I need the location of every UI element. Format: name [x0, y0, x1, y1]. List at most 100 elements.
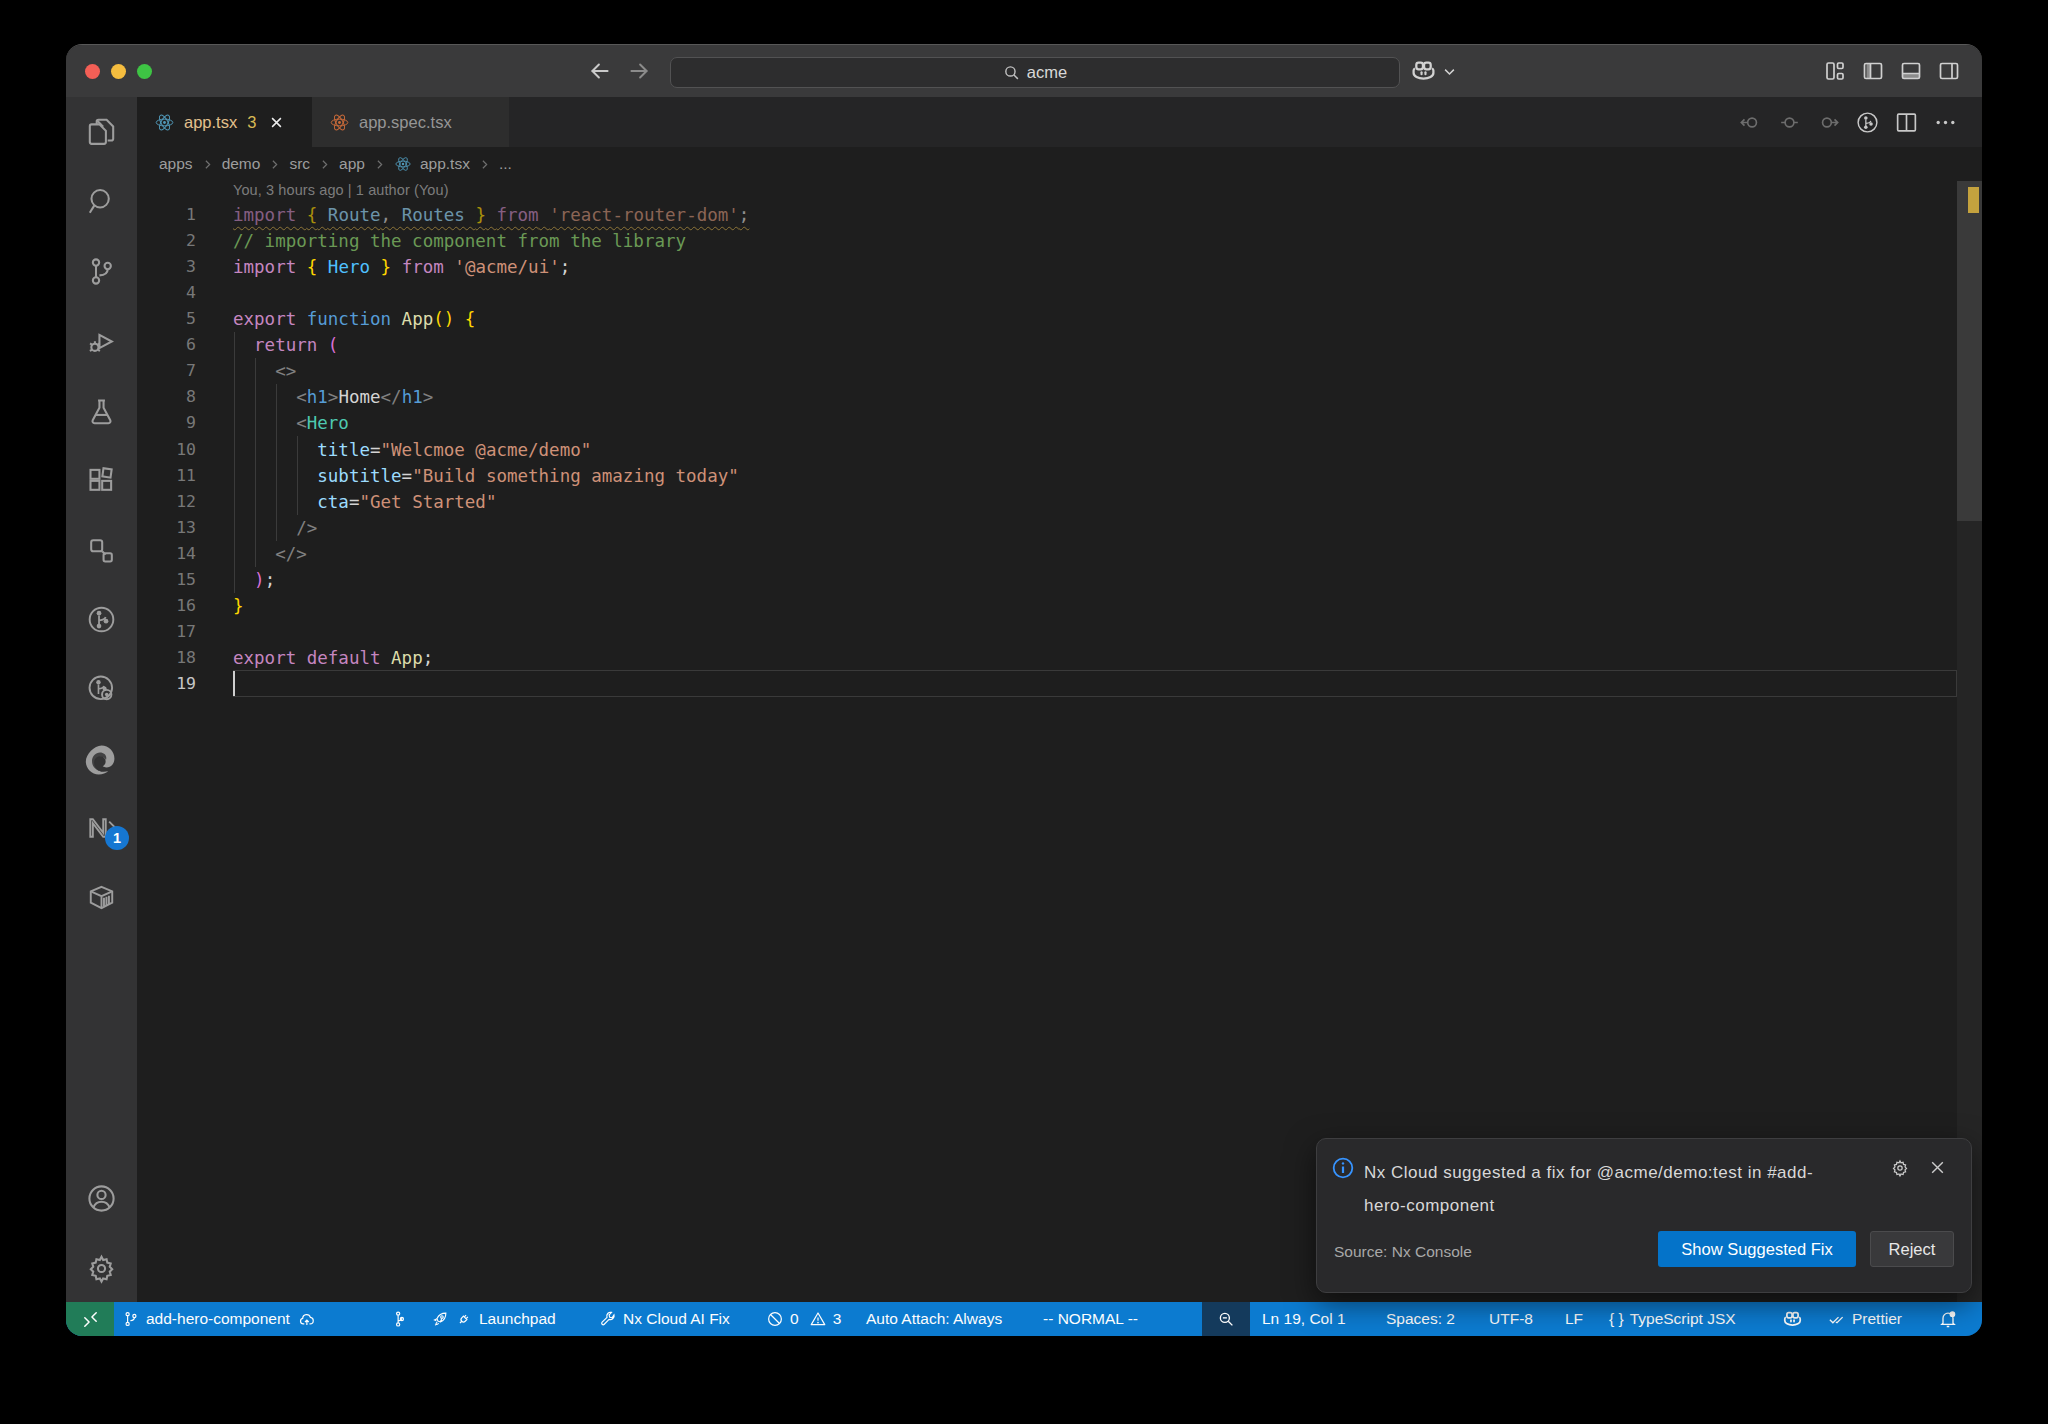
- testing-icon[interactable]: [66, 387, 137, 435]
- tab-app-spec-tsx[interactable]: app.spec.tsx: [312, 97, 510, 147]
- navigate-forward-icon[interactable]: [626, 58, 652, 84]
- notification-settings-gear-icon[interactable]: [1890, 1158, 1910, 1178]
- breadcrumb-ellipsis[interactable]: ...: [499, 155, 512, 173]
- git-branch-status[interactable]: add-hero-component: [122, 1302, 317, 1336]
- code-text: return (: [233, 332, 338, 358]
- zoom-status[interactable]: [1202, 1302, 1250, 1336]
- eol-status[interactable]: LF: [1565, 1302, 1583, 1336]
- indentation-status[interactable]: Spaces: 2: [1386, 1302, 1455, 1336]
- toggle-panel-icon[interactable]: [1899, 59, 1923, 83]
- copilot-status[interactable]: [1782, 1302, 1803, 1336]
- search-value: acme: [1027, 63, 1067, 82]
- notifications-bell[interactable]: [1938, 1302, 1958, 1336]
- code-line[interactable]: 1import { Route, Routes } from 'react-ro…: [137, 202, 1982, 228]
- code-line[interactable]: 11 subtitle="Build something amazing tod…: [137, 463, 1982, 489]
- git-branch-icon: [122, 1310, 140, 1328]
- vim-mode-status[interactable]: -- NORMAL --: [1043, 1302, 1138, 1336]
- line-number: 11: [137, 463, 196, 489]
- toggle-secondary-sidebar-icon[interactable]: [1937, 59, 1961, 83]
- scrollbar-thumb[interactable]: [1957, 181, 1982, 521]
- code-line[interactable]: 18export default App;: [137, 645, 1982, 671]
- code-editor[interactable]: You, 3 hours ago | 1 author (You) 1impor…: [137, 181, 1982, 1302]
- formatter-status[interactable]: Prettier: [1828, 1302, 1902, 1336]
- split-editor-icon[interactable]: [1894, 110, 1919, 135]
- code-text: <h1>Home</h1>: [233, 384, 433, 410]
- copilot-menu-button[interactable]: [1410, 58, 1457, 85]
- code-text: }: [233, 593, 244, 619]
- code-line[interactable]: 12 cta="Get Started": [137, 489, 1982, 515]
- code-line[interactable]: 7 <>: [137, 358, 1982, 384]
- code-line[interactable]: 3import { Hero } from '@acme/ui';: [137, 254, 1982, 280]
- gitlens-graph-icon[interactable]: [1855, 110, 1880, 135]
- maximize-window-button[interactable]: [137, 64, 152, 79]
- code-line[interactable]: 8 <h1>Home</h1>: [137, 384, 1982, 410]
- errors-icon: [766, 1310, 784, 1328]
- tab-app-tsx[interactable]: app.tsx 3: [137, 97, 312, 147]
- annotation-current-icon[interactable]: [1777, 110, 1802, 135]
- rocket-icon: [431, 1310, 449, 1328]
- close-window-button[interactable]: [85, 64, 100, 79]
- breadcrumb: apps demo src app app.tsx ...: [137, 147, 1982, 181]
- edge-browser-icon: [85, 742, 118, 775]
- chevron-right-icon: [268, 158, 281, 171]
- reject-button[interactable]: Reject: [1870, 1231, 1954, 1267]
- settings-gear-icon[interactable]: [66, 1244, 137, 1292]
- breadcrumb-item[interactable]: demo: [222, 155, 261, 173]
- remote-indicator[interactable]: [66, 1302, 114, 1336]
- code-line[interactable]: 17: [137, 619, 1982, 645]
- edge-browser-icon[interactable]: [66, 734, 137, 782]
- code-line[interactable]: 13 />: [137, 515, 1982, 541]
- title-bar: acme: [66, 45, 1982, 97]
- gitlens-icon[interactable]: [66, 595, 137, 643]
- toggle-primary-sidebar-icon[interactable]: [1861, 59, 1885, 83]
- command-center-search[interactable]: acme: [670, 57, 1400, 88]
- code-line[interactable]: 4: [137, 280, 1982, 306]
- code-line[interactable]: 10 title="Welcmoe @acme/demo": [137, 437, 1982, 463]
- code-line[interactable]: 6 return (: [137, 332, 1982, 358]
- code-line[interactable]: 14 </>: [137, 541, 1982, 567]
- problems-status[interactable]: 0 3: [766, 1302, 841, 1336]
- breadcrumb-item[interactable]: app: [339, 155, 365, 173]
- breadcrumb-item[interactable]: app.tsx: [420, 155, 470, 173]
- source-control-graph-status[interactable]: [391, 1302, 409, 1336]
- gitlens-inspect-icon[interactable]: [66, 664, 137, 712]
- language-mode-status[interactable]: { } TypeScript JSX: [1609, 1302, 1736, 1336]
- code-line[interactable]: 5export function App() {: [137, 306, 1982, 332]
- annotation-back-icon[interactable]: [1738, 110, 1763, 135]
- more-actions-icon[interactable]: [1933, 110, 1958, 135]
- breadcrumb-item[interactable]: apps: [159, 155, 193, 173]
- launchpad-status[interactable]: Launchpad: [431, 1302, 556, 1336]
- code-text: export default App;: [233, 645, 433, 671]
- code-line[interactable]: 16}: [137, 593, 1982, 619]
- nx-cloud-fix-status[interactable]: Nx Cloud AI Fix: [599, 1302, 730, 1336]
- customize-layout-icon[interactable]: [1823, 59, 1847, 83]
- search-icon[interactable]: [66, 177, 137, 225]
- containers-icon[interactable]: [66, 873, 137, 921]
- scrollbar-track[interactable]: [1957, 181, 1982, 1302]
- code-line[interactable]: 15 );: [137, 567, 1982, 593]
- code-text: />: [233, 515, 317, 541]
- close-tab-icon[interactable]: [269, 115, 284, 130]
- minimize-window-button[interactable]: [111, 64, 126, 79]
- accounts-icon[interactable]: [66, 1174, 137, 1222]
- extensions-icon[interactable]: [66, 455, 137, 503]
- project-graph-icon[interactable]: [66, 526, 137, 574]
- encoding-status[interactable]: UTF-8: [1489, 1302, 1533, 1336]
- line-number: 15: [137, 567, 196, 593]
- show-suggested-fix-button[interactable]: Show Suggested Fix: [1658, 1231, 1856, 1267]
- annotation-forward-icon[interactable]: [1816, 110, 1841, 135]
- source-control-icon[interactable]: [66, 247, 137, 295]
- code-line[interactable]: 9 <Hero: [137, 410, 1982, 436]
- status-bar: add-hero-component Launchpad Nx Cloud AI…: [66, 1302, 1982, 1336]
- nx-console-icon[interactable]: 1: [66, 804, 137, 852]
- notification-close-icon[interactable]: [1929, 1159, 1946, 1176]
- code-line[interactable]: 2// importing the component from the lib…: [137, 228, 1982, 254]
- navigate-back-icon[interactable]: [587, 58, 613, 84]
- breadcrumb-item[interactable]: src: [289, 155, 310, 173]
- testing-icon: [85, 395, 118, 428]
- run-debug-icon[interactable]: [66, 317, 137, 365]
- auto-attach-status[interactable]: Auto Attach: Always: [866, 1302, 1002, 1336]
- explorer-icon[interactable]: [66, 107, 137, 155]
- cursor-position-status[interactable]: Ln 19, Col 1: [1262, 1302, 1346, 1336]
- code-line[interactable]: 19: [137, 671, 1982, 697]
